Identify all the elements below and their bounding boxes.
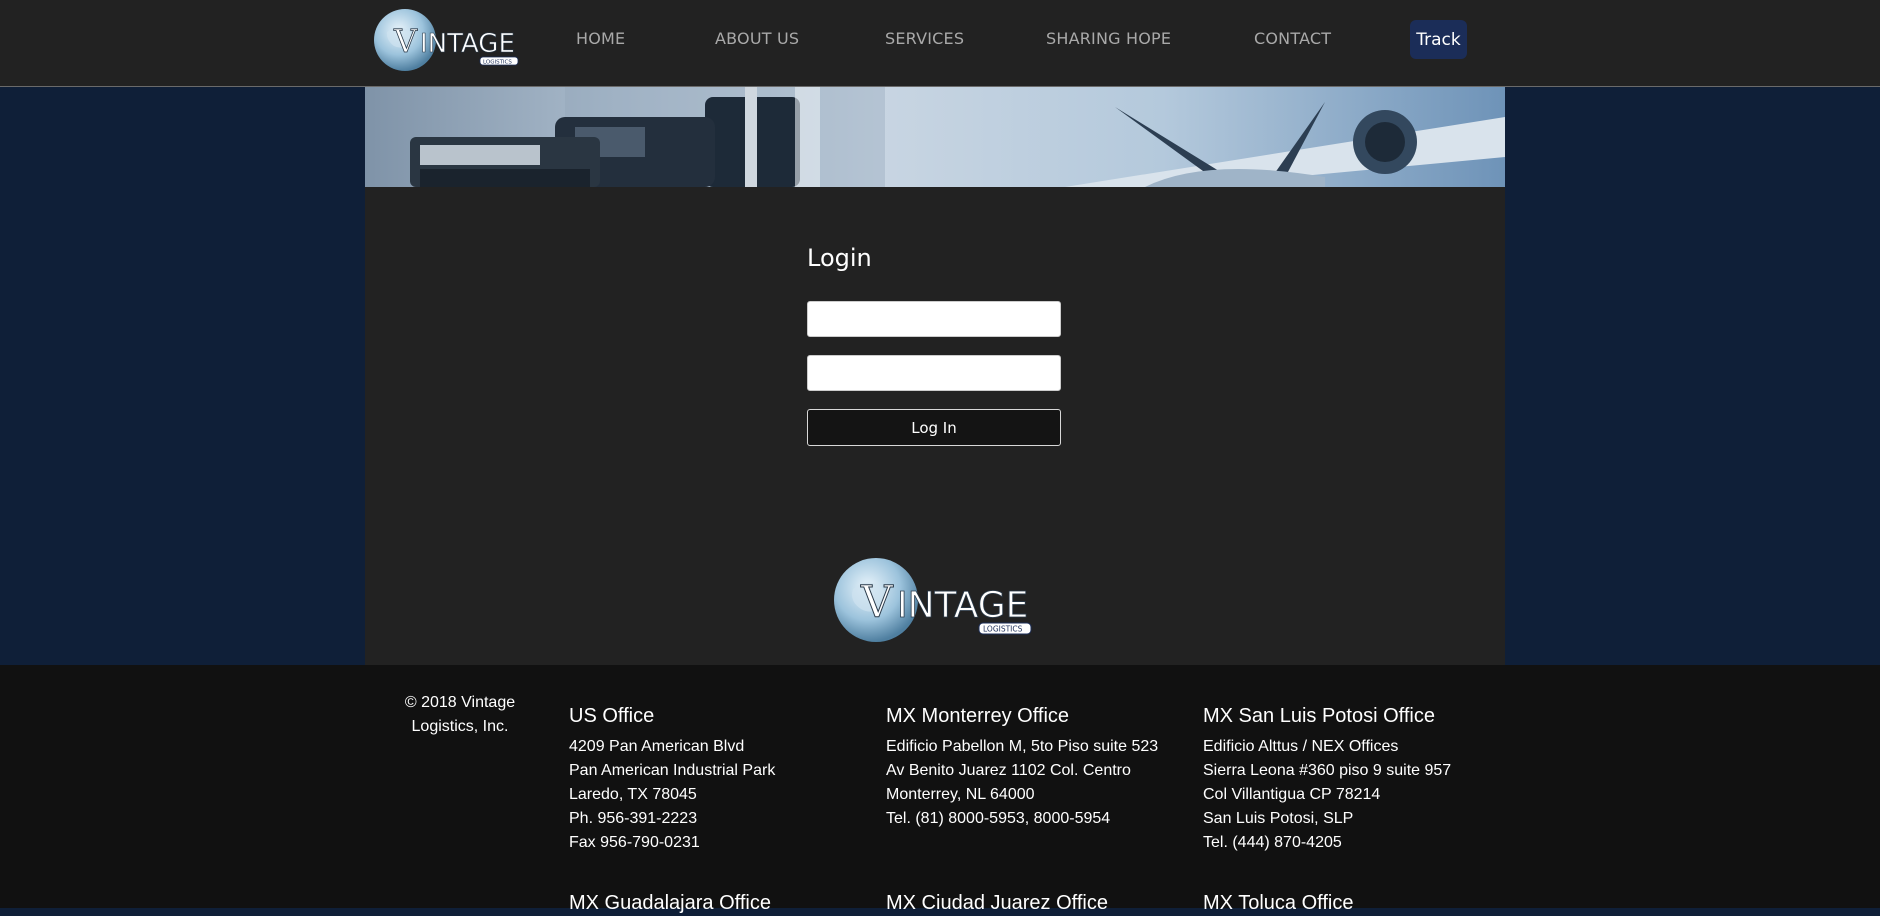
office-title: MX Ciudad Juarez Office	[886, 892, 1108, 914]
office-us: US Office 4209 Pan American Blvd Pan Ame…	[569, 703, 869, 855]
office-line: 4209 Pan American Blvd	[569, 738, 745, 755]
office-title: US Office	[569, 705, 655, 727]
login-title: Login	[807, 244, 872, 272]
nav-services[interactable]: SERVICES	[885, 29, 964, 48]
nav-home[interactable]: HOME	[576, 29, 625, 48]
svg-text:V: V	[393, 22, 418, 60]
track-button[interactable]: Track	[1410, 20, 1467, 59]
svg-text:V: V	[860, 577, 894, 628]
globe-logo-icon: V INTAGE LOGISTICS	[374, 9, 519, 71]
office-title: MX Monterrey Office	[886, 705, 1070, 727]
site-logo[interactable]: V INTAGE LOGISTICS	[372, 6, 524, 72]
office-line: Tel. (81) 8000-5953, 8000-5954	[886, 810, 1111, 827]
office-mx-guadalajara: MX Guadalajara Office	[569, 890, 869, 916]
copyright-line-1: © 2018 Vintage	[404, 694, 516, 711]
office-mx-monterrey: MX Monterrey Office Edificio Pabellon M,…	[886, 703, 1186, 831]
nav-sharing-hope[interactable]: SHARING HOPE	[1046, 29, 1171, 48]
office-line: Monterrey, NL 64000	[886, 786, 1035, 803]
office-line: Edificio Alttus / NEX Offices	[1203, 738, 1399, 755]
office-line: Laredo, TX 78045	[569, 786, 697, 803]
footer-logo: V INTAGE LOGISTICS	[831, 555, 1039, 645]
password-input[interactable]	[807, 355, 1061, 391]
site-header: V INTAGE LOGISTICS HOME ABOUT US SERVICE…	[0, 0, 1880, 87]
nav-contact[interactable]: CONTACT	[1254, 29, 1331, 48]
office-line: Av Benito Juarez 1102 Col. Centro	[886, 762, 1131, 779]
svg-text:INTAGE: INTAGE	[897, 585, 1028, 626]
office-line: Sierra Leona #360 piso 9 suite 957	[1203, 762, 1452, 779]
office-line: Edificio Pabellon M, 5to Piso suite 523	[886, 738, 1159, 755]
site-footer: © 2018 Vintage Logistics, Inc. US Office…	[0, 665, 1880, 914]
office-line: Tel. (444) 870-4205	[1203, 834, 1342, 851]
main-content: Login Log In V INTAGE LOGISTICS	[365, 87, 1505, 665]
office-line: Fax 956-790-0231	[569, 834, 700, 851]
copyright: © 2018 Vintage Logistics, Inc.	[390, 691, 530, 739]
office-mx-san-luis-potosi: MX San Luis Potosi Office Edificio Alttu…	[1203, 703, 1503, 855]
office-mx-toluca: MX Toluca Office	[1203, 890, 1503, 916]
nav-about-us[interactable]: ABOUT US	[715, 29, 799, 48]
hero-banner	[365, 87, 1505, 187]
office-line: Ph. 956-391-2223	[569, 810, 698, 827]
office-mx-ciudad-juarez: MX Ciudad Juarez Office	[886, 890, 1186, 916]
username-input[interactable]	[807, 301, 1061, 337]
office-line: Pan American Industrial Park	[569, 762, 776, 779]
svg-text:LOGISTICS: LOGISTICS	[483, 60, 512, 66]
office-title: MX Toluca Office	[1203, 892, 1354, 914]
login-button[interactable]: Log In	[807, 409, 1061, 446]
office-line: San Luis Potosi, SLP	[1203, 810, 1354, 827]
office-title: MX Guadalajara Office	[569, 892, 771, 914]
truck-plane-banner-image	[410, 87, 1505, 187]
globe-logo-icon: V INTAGE LOGISTICS	[834, 558, 1032, 642]
svg-text:INTAGE: INTAGE	[420, 29, 515, 59]
office-line: Col Villantigua CP 78214	[1203, 786, 1381, 803]
copyright-line-2: Logistics, Inc.	[411, 718, 509, 735]
office-title: MX San Luis Potosi Office	[1203, 705, 1435, 727]
svg-text:LOGISTICS: LOGISTICS	[983, 625, 1023, 634]
